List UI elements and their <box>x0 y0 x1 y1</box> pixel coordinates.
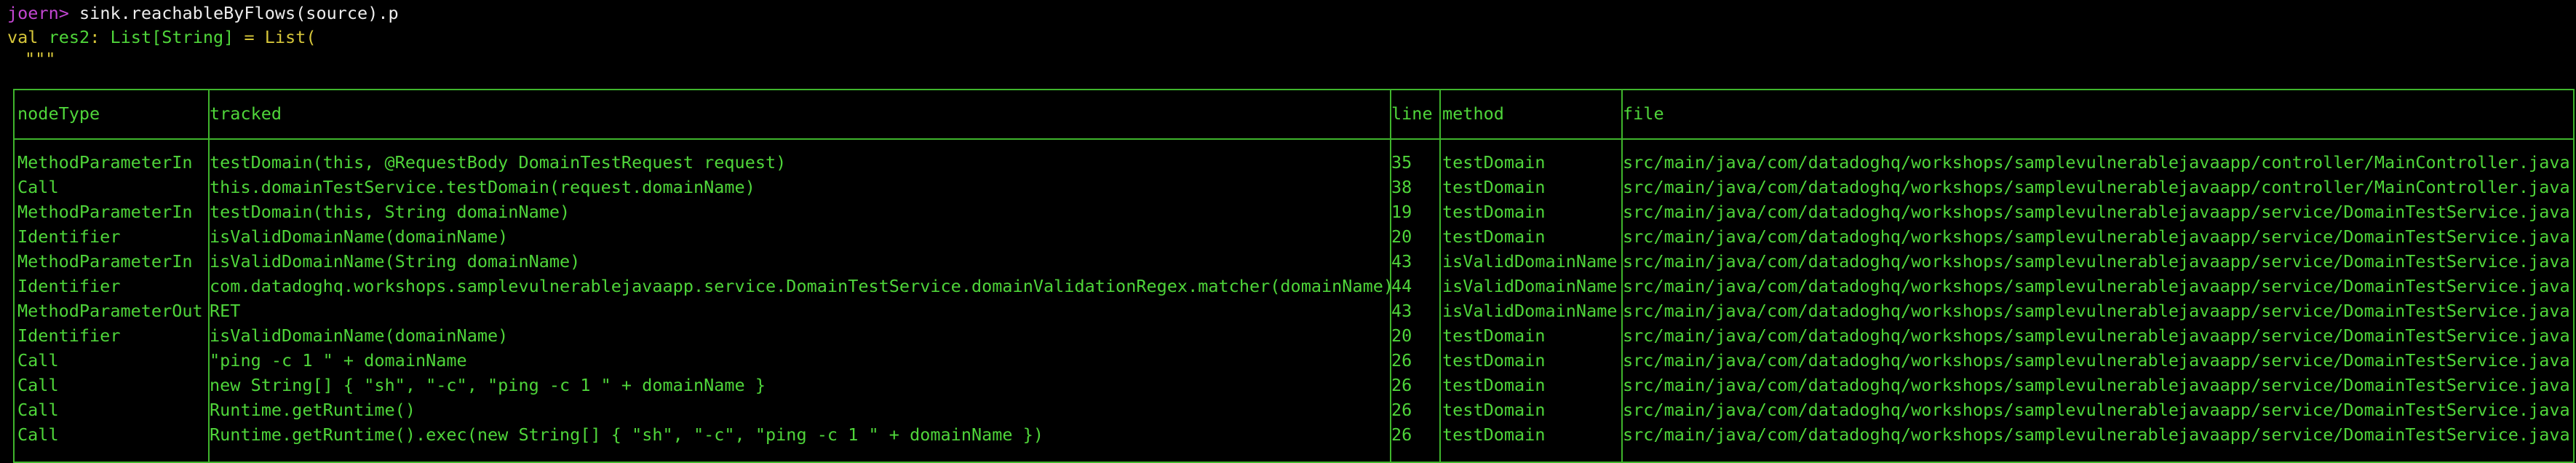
cell-tracked: "ping -c 1 " + domainName <box>210 350 467 371</box>
cell-tracked: Runtime.getRuntime().exec(new String[] {… <box>210 424 1044 445</box>
cell-node-type: MethodParameterIn <box>17 251 193 272</box>
table-row: Identifier com.datadoghq.workshops.sample… <box>15 274 2573 298</box>
cell-node-type: MethodParameterIn <box>17 152 193 173</box>
cell-file: src/main/java/com/datadoghq/workshops/sa… <box>1623 226 2570 247</box>
terminal-window[interactable]: joern> sink.reachableByFlows(source).p v… <box>0 0 2576 463</box>
cell-line: 26 <box>1391 350 1412 371</box>
cell-file: src/main/java/com/datadoghq/workshops/sa… <box>1623 301 2570 321</box>
cell-method: isValidDomainName <box>1442 301 1618 321</box>
cell-line: 38 <box>1391 177 1412 197</box>
cell-line: 44 <box>1391 276 1412 296</box>
cell-node-type: Call <box>17 424 59 445</box>
cell-file: src/main/java/com/datadoghq/workshops/sa… <box>1623 375 2570 395</box>
result-declaration-line: val res2: List[String] = List( <box>7 25 317 50</box>
cell-file: src/main/java/com/datadoghq/workshops/sa… <box>1623 202 2570 222</box>
cell-method: testDomain <box>1442 424 1546 445</box>
cell-node-type: Call <box>17 400 59 420</box>
cell-line: 26 <box>1391 424 1412 445</box>
result-type: List[String] <box>110 27 234 47</box>
table-row: Call Runtime.getRuntime() 26 testDomain src/… <box>15 397 2573 422</box>
command-text: sink.reachableByFlows(source).p <box>68 3 399 23</box>
val-keyword: val <box>7 27 39 47</box>
header-divider <box>15 138 2573 140</box>
cell-method: testDomain <box>1442 375 1546 395</box>
cell-line: 20 <box>1391 226 1412 247</box>
cell-file: src/main/java/com/datadoghq/workshops/sa… <box>1623 424 2570 445</box>
cell-method: testDomain <box>1442 400 1546 420</box>
cell-tracked: com.datadoghq.workshops.samplevulnerable… <box>210 276 1390 296</box>
cell-node-type: Call <box>17 375 59 395</box>
cell-tracked: testDomain(this, @RequestBody DomainTest… <box>210 152 787 173</box>
cell-node-type: MethodParameterOut <box>17 301 203 321</box>
cell-tracked: isValidDomainName(domainName) <box>210 226 509 247</box>
cell-node-type: Call <box>17 177 59 197</box>
table-row: Identifier isValidDomainName(domainName) 2… <box>15 323 2573 348</box>
header-tracked: tracked <box>210 103 282 124</box>
cell-tracked: this.domainTestService.testDomain(reques… <box>210 177 755 197</box>
cell-node-type: MethodParameterIn <box>17 202 193 222</box>
prompt-label: joern> <box>7 3 69 23</box>
cell-tracked: testDomain(this, String domainName) <box>210 202 571 222</box>
cell-method: testDomain <box>1442 152 1546 173</box>
header-method: method <box>1442 103 1504 124</box>
cell-tracked: new String[] { "sh", "-c", "ping -c 1 " … <box>210 375 766 395</box>
cell-node-type: Call <box>17 350 59 371</box>
result-name: res2 <box>48 27 90 47</box>
cell-method: isValidDomainName <box>1442 251 1618 272</box>
cell-file: src/main/java/com/datadoghq/workshops/sa… <box>1623 325 2570 346</box>
cell-node-type: Identifier <box>17 325 121 346</box>
table-row: MethodParameterOut RET 43 isValidDomainName… <box>15 298 2573 323</box>
prompt-line: joern> sink.reachableByFlows(source).p <box>7 1 399 25</box>
cell-line: 35 <box>1391 152 1412 173</box>
header-file: file <box>1623 103 1664 124</box>
table-row: Call "ping -c 1 " + domainName 26 testDomai… <box>15 348 2573 373</box>
cell-file: src/main/java/com/datadoghq/workshops/sa… <box>1623 152 2570 173</box>
cell-tracked: isValidDomainName(String domainName) <box>210 251 581 272</box>
header-node-type: nodeType <box>17 103 100 124</box>
list-open: List( <box>264 27 317 47</box>
cell-tracked: Runtime.getRuntime() <box>210 400 416 420</box>
cell-line: 26 <box>1391 375 1412 395</box>
cell-node-type: Identifier <box>17 276 121 296</box>
header-line: line <box>1391 103 1433 124</box>
cell-tracked: isValidDomainName(domainName) <box>210 325 509 346</box>
cell-node-type: Identifier <box>17 226 121 247</box>
cell-tracked: RET <box>210 301 241 321</box>
equals-sign: = <box>244 27 255 47</box>
table-body: MethodParameterIn testDomain(this, @Reque… <box>15 150 2573 447</box>
table-header: nodeType tracked line method file <box>15 101 2573 126</box>
type-colon: : <box>90 27 100 47</box>
cell-line: 43 <box>1391 301 1412 321</box>
cell-file: src/main/java/com/datadoghq/workshops/sa… <box>1623 251 2570 272</box>
table-row: Call Runtime.getRuntime().exec(new String… <box>15 422 2573 447</box>
cell-file: src/main/java/com/datadoghq/workshops/sa… <box>1623 177 2570 197</box>
table-row: Identifier isValidDomainName(domainName) 2… <box>15 224 2573 249</box>
cell-method: testDomain <box>1442 202 1546 222</box>
cell-file: src/main/java/com/datadoghq/workshops/sa… <box>1623 276 2570 296</box>
cell-method: testDomain <box>1442 226 1546 247</box>
table-row: MethodParameterIn testDomain(this, String… <box>15 199 2573 224</box>
table-row: MethodParameterIn isValidDomainName(Strin… <box>15 249 2573 274</box>
table-row: Call this.domainTestService.testDomain(re… <box>15 175 2573 199</box>
cell-line: 43 <box>1391 251 1412 272</box>
flows-table: nodeType tracked line method file Method… <box>13 89 2575 463</box>
cell-line: 26 <box>1391 400 1412 420</box>
cell-method: isValidDomainName <box>1442 276 1618 296</box>
cell-method: testDomain <box>1442 325 1546 346</box>
cell-line: 20 <box>1391 325 1412 346</box>
cell-method: testDomain <box>1442 177 1546 197</box>
cell-file: src/main/java/com/datadoghq/workshops/sa… <box>1623 350 2570 371</box>
cell-method: testDomain <box>1442 350 1546 371</box>
cell-file: src/main/java/com/datadoghq/workshops/sa… <box>1623 400 2570 420</box>
table-row: MethodParameterIn testDomain(this, @Reque… <box>15 150 2573 175</box>
cell-line: 19 <box>1391 202 1412 222</box>
string-open-quotes: """ <box>25 49 56 69</box>
table-row: Call new String[] { "sh", "-c", "ping -c … <box>15 373 2573 397</box>
